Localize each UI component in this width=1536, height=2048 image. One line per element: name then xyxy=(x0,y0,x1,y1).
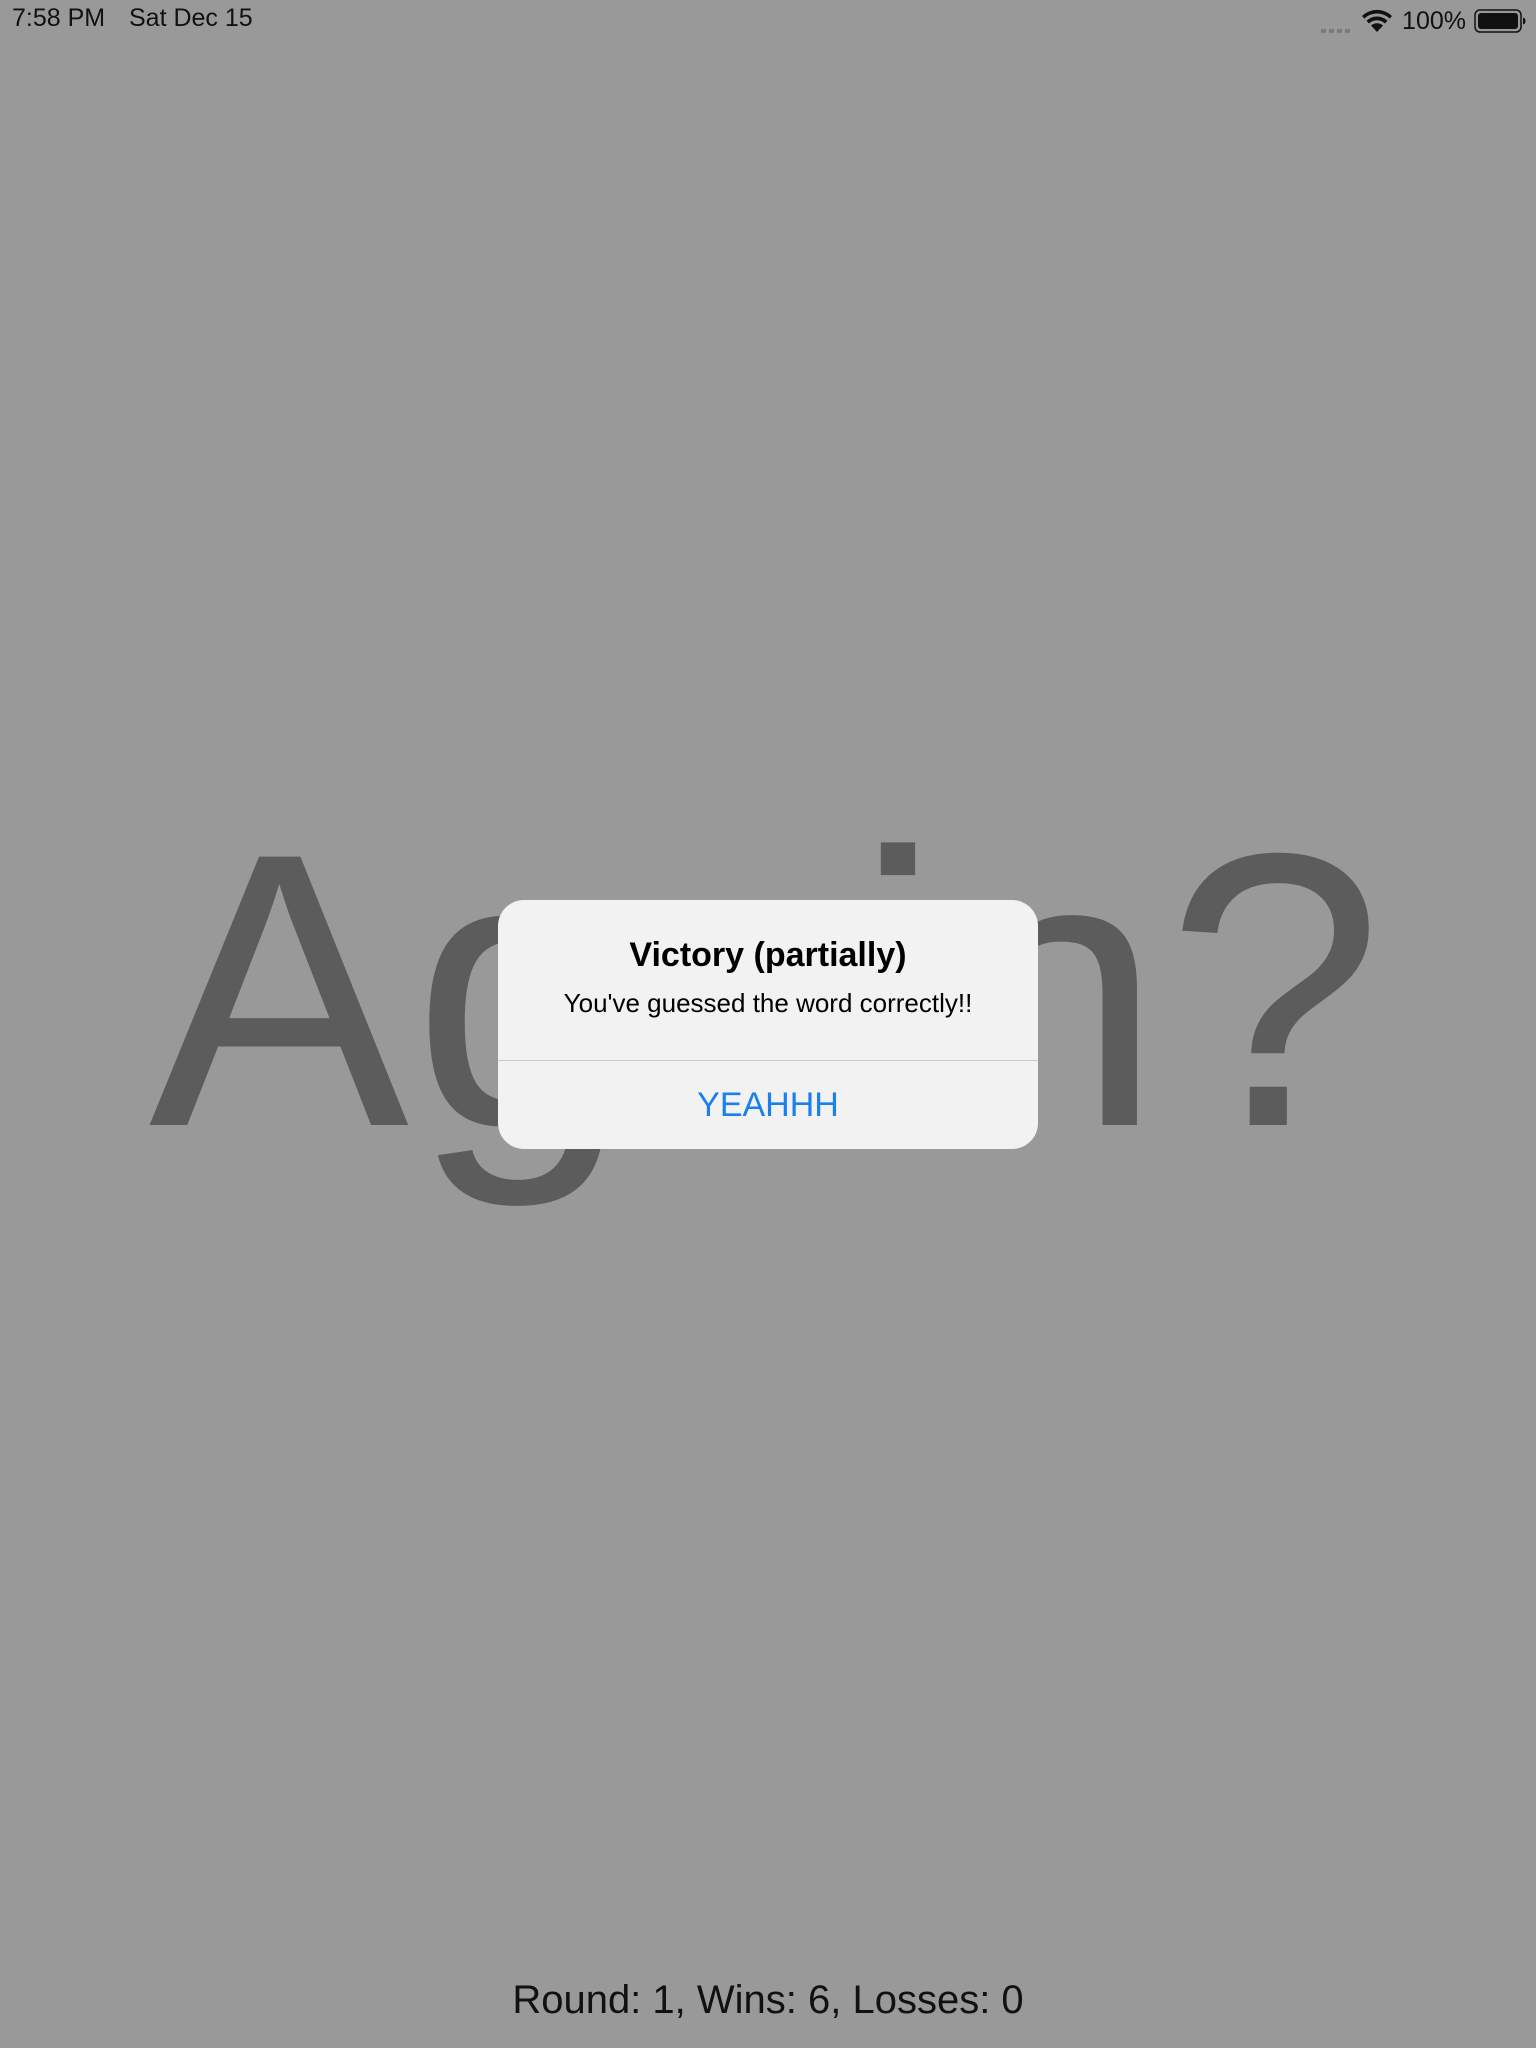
score-text: Round: 1, Wins: 6, Losses: 0 xyxy=(512,1978,1024,2022)
status-indicators: 100% xyxy=(1321,6,1526,36)
status-time: 7:58 PM xyxy=(12,4,106,32)
yeahhh-button[interactable]: YEAHHH xyxy=(498,1061,1038,1149)
battery-percentage: 100% xyxy=(1402,6,1466,35)
alert-title: Victory (partially) xyxy=(629,936,907,974)
status-date: Sat Dec 15 xyxy=(129,4,253,32)
victory-alert: Victory (partially) You've guessed the w… xyxy=(498,900,1038,1149)
wifi-icon xyxy=(1362,9,1393,32)
alert-message: You've guessed the word correctly!! xyxy=(563,988,973,1018)
battery-icon xyxy=(1474,9,1526,33)
cellular-signal-icon xyxy=(1321,9,1351,33)
status-bar: 7:58 PM Sat Dec 15 100% xyxy=(0,0,1536,40)
